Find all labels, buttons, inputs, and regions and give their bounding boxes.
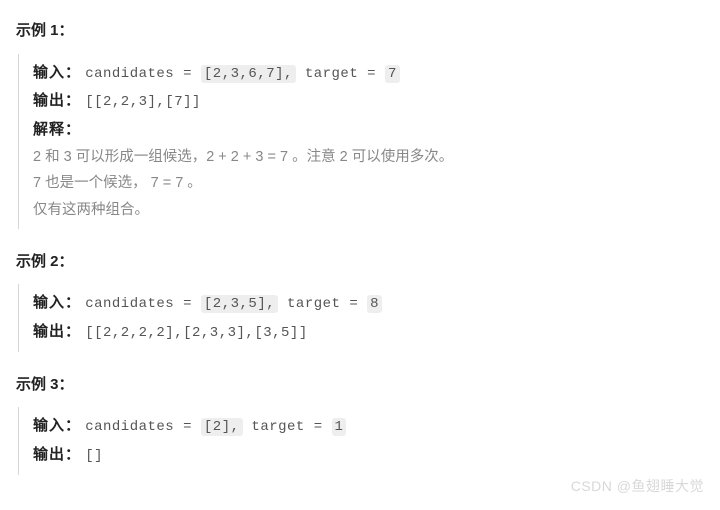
example-block: 输入： candidates = [2], target = 1 输出： [] bbox=[18, 407, 704, 475]
input-prefix: candidates = bbox=[85, 296, 201, 312]
output-label: 输出： bbox=[33, 92, 81, 109]
output-value: [[2,2,2,2],[2,3,3],[3,5]] bbox=[85, 325, 308, 341]
output-row: 输出： [[2,2,3],[7]] bbox=[33, 88, 704, 115]
input-mid: target = bbox=[243, 419, 332, 435]
input-label: 输入： bbox=[33, 417, 81, 434]
output-label: 输出： bbox=[33, 323, 81, 340]
output-row: 输出： [] bbox=[33, 442, 704, 469]
explain-label: 解释： bbox=[33, 121, 81, 138]
output-label: 输出： bbox=[33, 446, 81, 463]
example-heading: 示例 3： bbox=[16, 372, 704, 398]
example-block: 输入： candidates = [2,3,5], target = 8 输出：… bbox=[18, 284, 704, 352]
input-highlight-2: 7 bbox=[385, 65, 400, 83]
watermark: CSDN @鱼翅睡大觉 bbox=[571, 475, 704, 499]
input-prefix: candidates = bbox=[85, 66, 201, 82]
input-highlight: [2,3,6,7], bbox=[201, 65, 296, 83]
explain-row: 解释： bbox=[33, 117, 704, 143]
input-highlight: [2,3,5], bbox=[201, 295, 278, 313]
explain-line: 7 也是一个候选， 7 = 7 。 bbox=[33, 171, 704, 196]
input-row: 输入： candidates = [2], target = 1 bbox=[33, 413, 704, 440]
example-heading: 示例 1： bbox=[16, 18, 704, 44]
output-row: 输出： [[2,2,2,2],[2,3,3],[3,5]] bbox=[33, 319, 704, 346]
input-mid: target = bbox=[296, 66, 385, 82]
example-heading: 示例 2： bbox=[16, 249, 704, 275]
explain-line: 2 和 3 可以形成一组候选，2 + 2 + 3 = 7 。注意 2 可以使用多… bbox=[33, 145, 704, 170]
input-label: 输入： bbox=[33, 294, 81, 311]
input-row: 输入： candidates = [2,3,6,7], target = 7 bbox=[33, 60, 704, 87]
output-value: [] bbox=[85, 448, 103, 464]
input-highlight: [2], bbox=[201, 418, 243, 436]
output-value: [[2,2,3],[7]] bbox=[85, 94, 201, 110]
input-prefix: candidates = bbox=[85, 419, 201, 435]
input-label: 输入： bbox=[33, 64, 81, 81]
input-highlight-2: 8 bbox=[367, 295, 382, 313]
input-row: 输入： candidates = [2,3,5], target = 8 bbox=[33, 290, 704, 317]
input-mid: target = bbox=[278, 296, 367, 312]
explain-line: 仅有这两种组合。 bbox=[33, 198, 704, 223]
example-block: 输入： candidates = [2,3,6,7], target = 7 输… bbox=[18, 54, 704, 229]
input-highlight-2: 1 bbox=[332, 418, 347, 436]
